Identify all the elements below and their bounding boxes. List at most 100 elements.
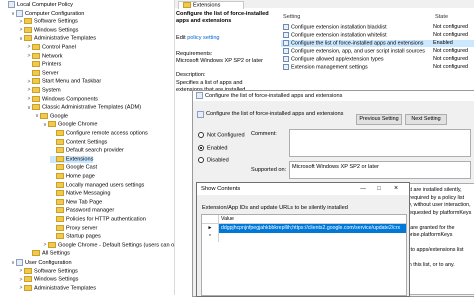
folder-icon: [32, 52, 40, 59]
minimize-icon[interactable]: —: [357, 183, 369, 195]
value-cell-empty[interactable]: [219, 233, 407, 242]
tree-item-label: User Configuration: [25, 259, 72, 266]
option-not-configured-label: Not Configured: [207, 132, 245, 139]
close-icon[interactable]: ×: [390, 183, 402, 195]
option-enabled[interactable]: Enabled: [198, 145, 228, 151]
help-text-line: ally, without user interaction,: [403, 202, 471, 208]
setting-label: Configure extension installation blackli…: [291, 24, 387, 31]
value-cell[interactable]: ddgpjhcpnjnfpegjahkbbkrepllih;https://cl…: [218, 223, 406, 233]
folder-icon: [32, 61, 40, 68]
folder-icon: [24, 276, 32, 283]
next-setting-button[interactable]: Next Setting: [405, 114, 447, 125]
option-not-configured[interactable]: Not Configured: [198, 132, 245, 138]
tree-item-label: Computer Configuration: [25, 10, 85, 17]
folder-icon: [56, 155, 64, 162]
tree-item[interactable]: Policies for HTTP authentication: [50, 216, 146, 223]
setting-icon: [283, 64, 289, 70]
setting-row[interactable]: Configure extension, app, and user scrip…: [281, 48, 474, 55]
setting-row[interactable]: Configure extension installation blackli…: [281, 24, 474, 31]
tree-item[interactable]: Password manager: [50, 207, 114, 214]
setting-row[interactable]: Configure allowed app/extension types Not…: [281, 56, 474, 63]
tree-item-label: Google Chrome: [58, 121, 98, 128]
option-disabled[interactable]: Disabled: [198, 157, 229, 163]
grid-corner: [202, 215, 219, 224]
tree-item[interactable]: > Windows Components: [26, 95, 98, 103]
tree-item[interactable]: Startup pages: [50, 233, 101, 240]
setting-row[interactable]: Configure the list of force-installed ap…: [281, 40, 474, 47]
tree-item[interactable]: > Control Panel: [26, 44, 76, 51]
settings-list: Setting State Configure extension instal…: [281, 10, 474, 90]
tree-item[interactable]: > Administrative Templates: [18, 284, 96, 292]
setting-icon: [283, 40, 289, 46]
tree-item[interactable]: Extensions: [50, 155, 94, 163]
radio-enabled[interactable]: [198, 145, 204, 151]
tree-item[interactable]: Printers: [26, 61, 61, 68]
values-grid[interactable]: Value ► ddgpjhcpnjnfpegjahkbbkrepllih;ht…: [201, 214, 407, 296]
comment-field[interactable]: [289, 129, 471, 157]
setting-label: Extension management settings: [291, 64, 368, 71]
tree-item[interactable]: ∨ Google: [34, 112, 68, 120]
setting-state: Enabled: [433, 40, 453, 46]
setting-state: Not configured: [433, 48, 469, 54]
tree-item-label: Administrative Templates: [34, 35, 97, 42]
tree-item[interactable]: > Network: [26, 52, 63, 60]
tree-item[interactable]: Google Cast: [50, 164, 97, 171]
col-setting-header[interactable]: Setting: [283, 14, 300, 20]
folder-icon: [56, 138, 64, 145]
policy-setting-link[interactable]: policy setting: [187, 35, 219, 41]
tree-item-label: Control Panel: [42, 44, 76, 51]
radio-disabled[interactable]: [198, 157, 204, 163]
help-text-line: s requested by platformKeys: [403, 209, 472, 216]
tree-item[interactable]: ∨ Computer Configuration: [10, 9, 85, 17]
help-text-line: that are installed silently,: [403, 187, 462, 193]
tree-item[interactable]: > Windows Settings: [18, 276, 78, 283]
tree-item[interactable]: ∨ User Configuration: [10, 259, 72, 266]
tree-item[interactable]: > Windows Settings: [18, 26, 78, 34]
tree-item[interactable]: > Software Settings: [18, 18, 78, 25]
tree-item-label: Extensions: [66, 156, 94, 163]
show-contents-prompt: Extension/App IDs and update URLs to be …: [202, 205, 348, 211]
folder-icon: [32, 87, 40, 93]
tree-item[interactable]: ∨ Google Chrome: [42, 121, 98, 128]
tree-item[interactable]: Local Computer Policy: [2, 1, 73, 8]
requirements-label: Requirements:: [176, 51, 213, 57]
setting-row[interactable]: Configure extension installation whiteli…: [281, 32, 474, 39]
tree-item-label: New Tab Page: [66, 199, 103, 206]
show-contents-titlebar: Show Contents — □ ×: [197, 183, 409, 195]
tree-item[interactable]: Server: [26, 69, 58, 77]
tab-extensions[interactable]: Extensions: [178, 1, 244, 9]
col-state-header[interactable]: State: [435, 14, 448, 20]
tree-item[interactable]: ∨ Classic Administrative Templates (ADM): [26, 104, 141, 111]
tree-item[interactable]: Proxy server: [50, 224, 97, 232]
tree-item[interactable]: > Start Menu and Taskbar: [26, 78, 101, 85]
option-enabled-label: Enabled: [207, 145, 228, 152]
setting-label: Configure allowed app/extension types: [291, 56, 384, 63]
header-policy-icon: [197, 111, 206, 118]
tree-item[interactable]: > System: [26, 87, 61, 94]
setting-row[interactable]: Extension management settings Not configu…: [281, 64, 474, 71]
tree-item[interactable]: ∨ Administrative Templates: [18, 35, 96, 42]
tree-item[interactable]: Configure remote access options: [50, 130, 148, 137]
policy-dialog-title: Configure the list of force-installed ap…: [205, 93, 343, 99]
folder-icon: [48, 121, 56, 128]
previous-setting-button[interactable]: Previous Setting: [356, 114, 402, 125]
description-title: Configure the list of force-installed ap…: [176, 11, 269, 24]
folder-icon: [56, 233, 64, 240]
maximize-icon[interactable]: □: [373, 183, 385, 195]
tree-item-label: Google Chrome - Default Settings (users …: [58, 242, 175, 249]
tree-item[interactable]: Native Messaging: [50, 190, 110, 197]
new-row-indicator-icon: *: [202, 232, 219, 242]
policy-tree[interactable]: Local Computer Policy ∨ Computer Configura…: [0, 0, 175, 295]
tree-item[interactable]: Content Settings: [50, 138, 107, 146]
folder-icon: [24, 267, 32, 274]
tree-item[interactable]: > Google Chrome - Default Settings (users…: [42, 241, 175, 249]
requirements-value: Microsoft Windows XP SP2 or later: [176, 58, 263, 64]
radio-not-configured[interactable]: [198, 132, 204, 138]
tree-item[interactable]: > Software Settings: [18, 267, 78, 275]
tree-item[interactable]: Home page: [50, 173, 95, 180]
setting-icon: [283, 56, 289, 62]
tree-item[interactable]: Locally managed users settings: [50, 181, 144, 189]
tree-item[interactable]: New Tab Page: [50, 198, 103, 206]
tree-item[interactable]: All Settings: [26, 250, 70, 257]
tree-item[interactable]: Default search provider: [50, 147, 124, 154]
